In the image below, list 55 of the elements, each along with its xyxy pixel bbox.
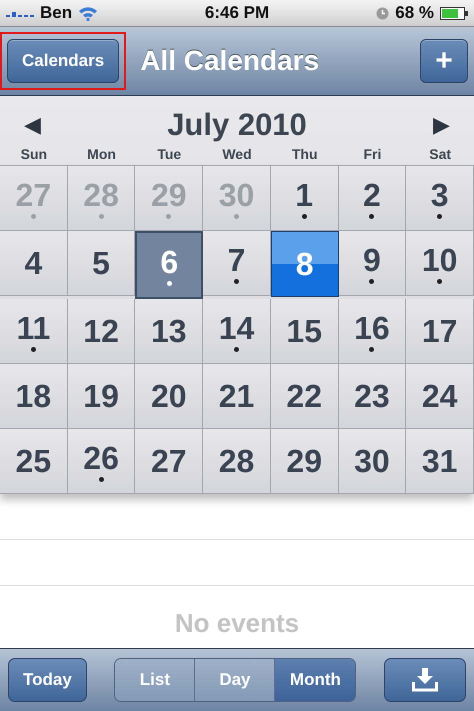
download-button[interactable] — [384, 658, 466, 702]
day-cell[interactable]: 20 — [135, 364, 204, 429]
day-cell[interactable]: 30 — [338, 429, 406, 494]
day-cell[interactable]: 14 — [203, 299, 271, 364]
day-cell[interactable]: 25 — [0, 429, 68, 494]
day-cell[interactable]: 29 — [270, 429, 339, 494]
weekday-label: Thu — [290, 146, 319, 162]
weekday-label: Mon — [86, 146, 117, 162]
day-cell[interactable]: 4 — [0, 231, 68, 296]
day-cell[interactable]: 11 — [0, 299, 68, 364]
day-cell[interactable]: 28 — [203, 429, 271, 494]
day-cell[interactable]: 6 — [135, 231, 204, 299]
day-cell[interactable]: 1 — [270, 166, 339, 231]
day-cell[interactable]: 10 — [406, 231, 474, 296]
carrier-name: Ben — [40, 3, 72, 23]
day-cell[interactable]: 13 — [135, 299, 204, 364]
today-button[interactable]: Today — [8, 658, 87, 702]
day-cell[interactable]: 19 — [68, 364, 136, 429]
day-cell[interactable]: 23 — [338, 364, 406, 429]
day-cell[interactable]: 12 — [68, 299, 136, 364]
clock-icon — [376, 6, 390, 20]
weekday-label: Tue — [156, 146, 182, 162]
weekday-label: Fri — [362, 146, 382, 162]
month-title: July 2010 — [167, 107, 307, 143]
wifi-icon — [78, 6, 98, 20]
day-cell[interactable]: 27 — [135, 429, 204, 494]
day-cell[interactable]: 24 — [406, 364, 474, 429]
day-cell[interactable]: 3 — [406, 166, 474, 231]
day-cell[interactable]: 18 — [0, 364, 68, 429]
day-cell[interactable]: 15 — [270, 299, 339, 364]
day-cell[interactable]: 31 — [406, 429, 474, 494]
day-cell[interactable]: 5 — [68, 231, 136, 296]
day-cell[interactable]: 22 — [270, 364, 339, 429]
download-icon — [412, 668, 438, 692]
weekday-label: Sat — [428, 146, 452, 162]
day-cell[interactable]: 16 — [338, 299, 406, 364]
add-button[interactable]: + — [420, 39, 468, 83]
weekday-label: Sun — [20, 146, 48, 162]
day-cell[interactable]: 17 — [406, 299, 474, 364]
weekday-label: Wed — [221, 146, 253, 162]
status-time: 6:46 PM — [204, 3, 270, 23]
day-cell[interactable]: 21 — [203, 364, 271, 429]
calendars-button[interactable]: Calendars — [7, 39, 120, 83]
day-cell[interactable]: 7 — [203, 231, 271, 296]
day-cell[interactable]: 9 — [338, 231, 406, 296]
day-cell[interactable]: 2 — [338, 166, 406, 231]
day-cell[interactable]: 8 — [270, 231, 339, 297]
previous-month-button[interactable]: ◀ — [24, 112, 41, 138]
day-cell[interactable]: 26 — [68, 429, 136, 494]
view-tab[interactable]: Month — [275, 659, 356, 701]
battery-icon — [440, 6, 468, 20]
no-events-message: No events — [174, 608, 300, 639]
battery-percent: 68 % — [395, 3, 434, 23]
next-month-button[interactable]: ▶ — [432, 112, 450, 138]
nav-title: All Calendars — [140, 45, 320, 77]
